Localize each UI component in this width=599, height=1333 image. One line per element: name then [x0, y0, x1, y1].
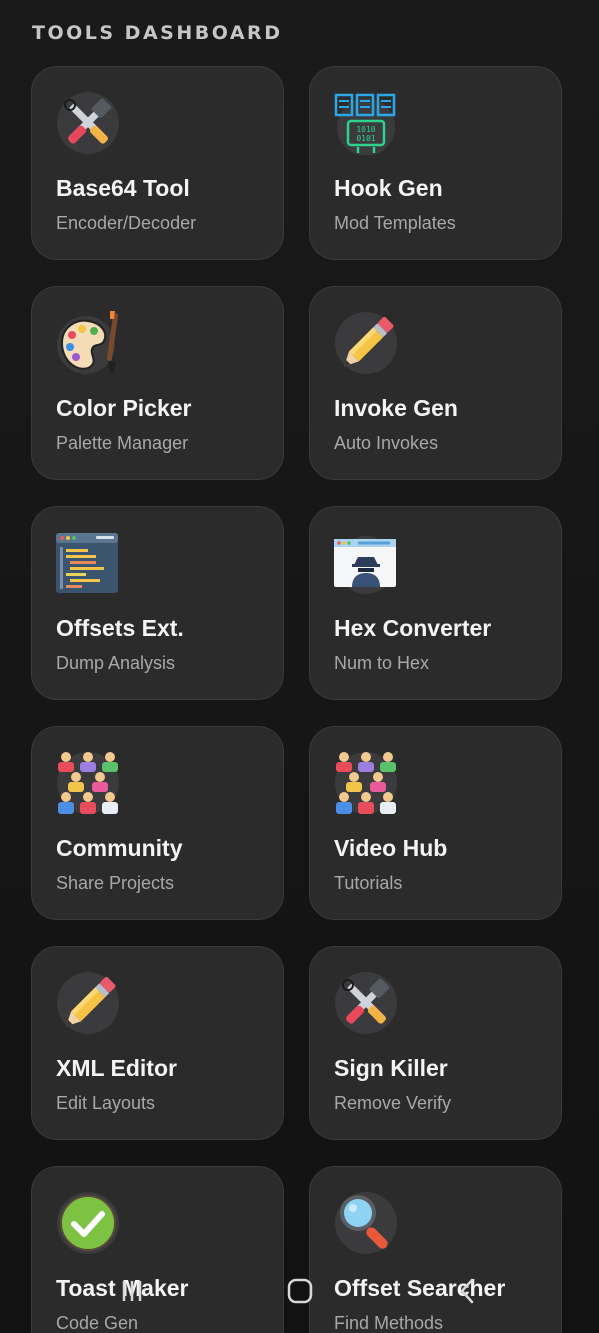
pencil-icon [334, 311, 398, 375]
tool-name: Hex Converter [334, 615, 492, 641]
recent-apps-icon[interactable] [112, 1273, 152, 1309]
tool-card-sign-killer[interactable]: Sign Killer Remove Verify [309, 946, 562, 1140]
magnifier-icon [334, 1191, 398, 1255]
tool-subtitle: Encoder/Decoder [56, 213, 197, 233]
code-window-icon [56, 531, 120, 595]
tool-name: Sign Killer [334, 1055, 448, 1081]
tool-name: Video Hub [334, 835, 448, 861]
system-navigation-bar [0, 1259, 599, 1333]
tool-subtitle: Mod Templates [334, 213, 456, 233]
tool-card-video-hub[interactable]: Video Hub Tutorials [309, 726, 562, 920]
tools-icon [56, 91, 120, 155]
tool-card-offsets-ext[interactable]: Offsets Ext. Dump Analysis [31, 506, 284, 700]
tool-card-community[interactable]: Community Share Projects [31, 726, 284, 920]
tool-subtitle: Remove Verify [334, 1093, 452, 1113]
svg-text:0101: 0101 [356, 134, 375, 143]
tool-card-base64[interactable]: Base64 Tool Encoder/Decoder [31, 66, 284, 260]
palette-icon [56, 311, 120, 375]
tool-subtitle: Auto Invokes [334, 433, 439, 453]
tool-subtitle: Tutorials [334, 873, 403, 893]
home-icon[interactable] [280, 1273, 320, 1309]
tool-card-hex-converter[interactable]: Hex Converter Num to Hex [309, 506, 562, 700]
svg-text:1010: 1010 [356, 125, 375, 134]
tool-name: XML Editor [56, 1055, 177, 1081]
tool-name: Invoke Gen [334, 395, 458, 421]
tool-card-invoke-gen[interactable]: Invoke Gen Auto Invokes [309, 286, 562, 480]
tool-name: Base64 Tool [56, 175, 190, 201]
tool-card-color-picker[interactable]: Color Picker Palette Manager [31, 286, 284, 480]
people-group-icon [56, 751, 120, 815]
people-group-icon [334, 751, 398, 815]
tool-subtitle: Num to Hex [334, 653, 430, 673]
pencil-icon [56, 971, 120, 1035]
tool-subtitle: Share Projects [56, 873, 175, 893]
tool-name: Offsets Ext. [56, 615, 184, 641]
tools-icon [334, 971, 398, 1035]
tool-name: Community [56, 835, 183, 861]
binary-servers-icon: 1010 0101 [334, 91, 398, 155]
tool-subtitle: Edit Layouts [56, 1093, 156, 1113]
page-title: TOOLS DASHBOARD [32, 22, 283, 44]
tool-subtitle: Palette Manager [56, 433, 189, 453]
tool-card-xml-editor[interactable]: XML Editor Edit Layouts [31, 946, 284, 1140]
incognito-window-icon [334, 531, 398, 595]
tool-subtitle: Dump Analysis [56, 653, 176, 673]
tool-name: Hook Gen [334, 175, 443, 201]
back-icon[interactable] [448, 1273, 488, 1309]
dashboard-screen: TOOLS DASHBOARD Base64 Tool Encoder/Deco… [0, 0, 599, 1333]
tool-card-hook-gen[interactable]: 1010 0101 Hook Gen Mod Templates [309, 66, 562, 260]
tool-name: Color Picker [56, 395, 192, 421]
tools-grid: Base64 Tool Encoder/Decoder 1010 0101 Ho… [31, 66, 562, 1333]
check-circle-icon [56, 1191, 120, 1255]
